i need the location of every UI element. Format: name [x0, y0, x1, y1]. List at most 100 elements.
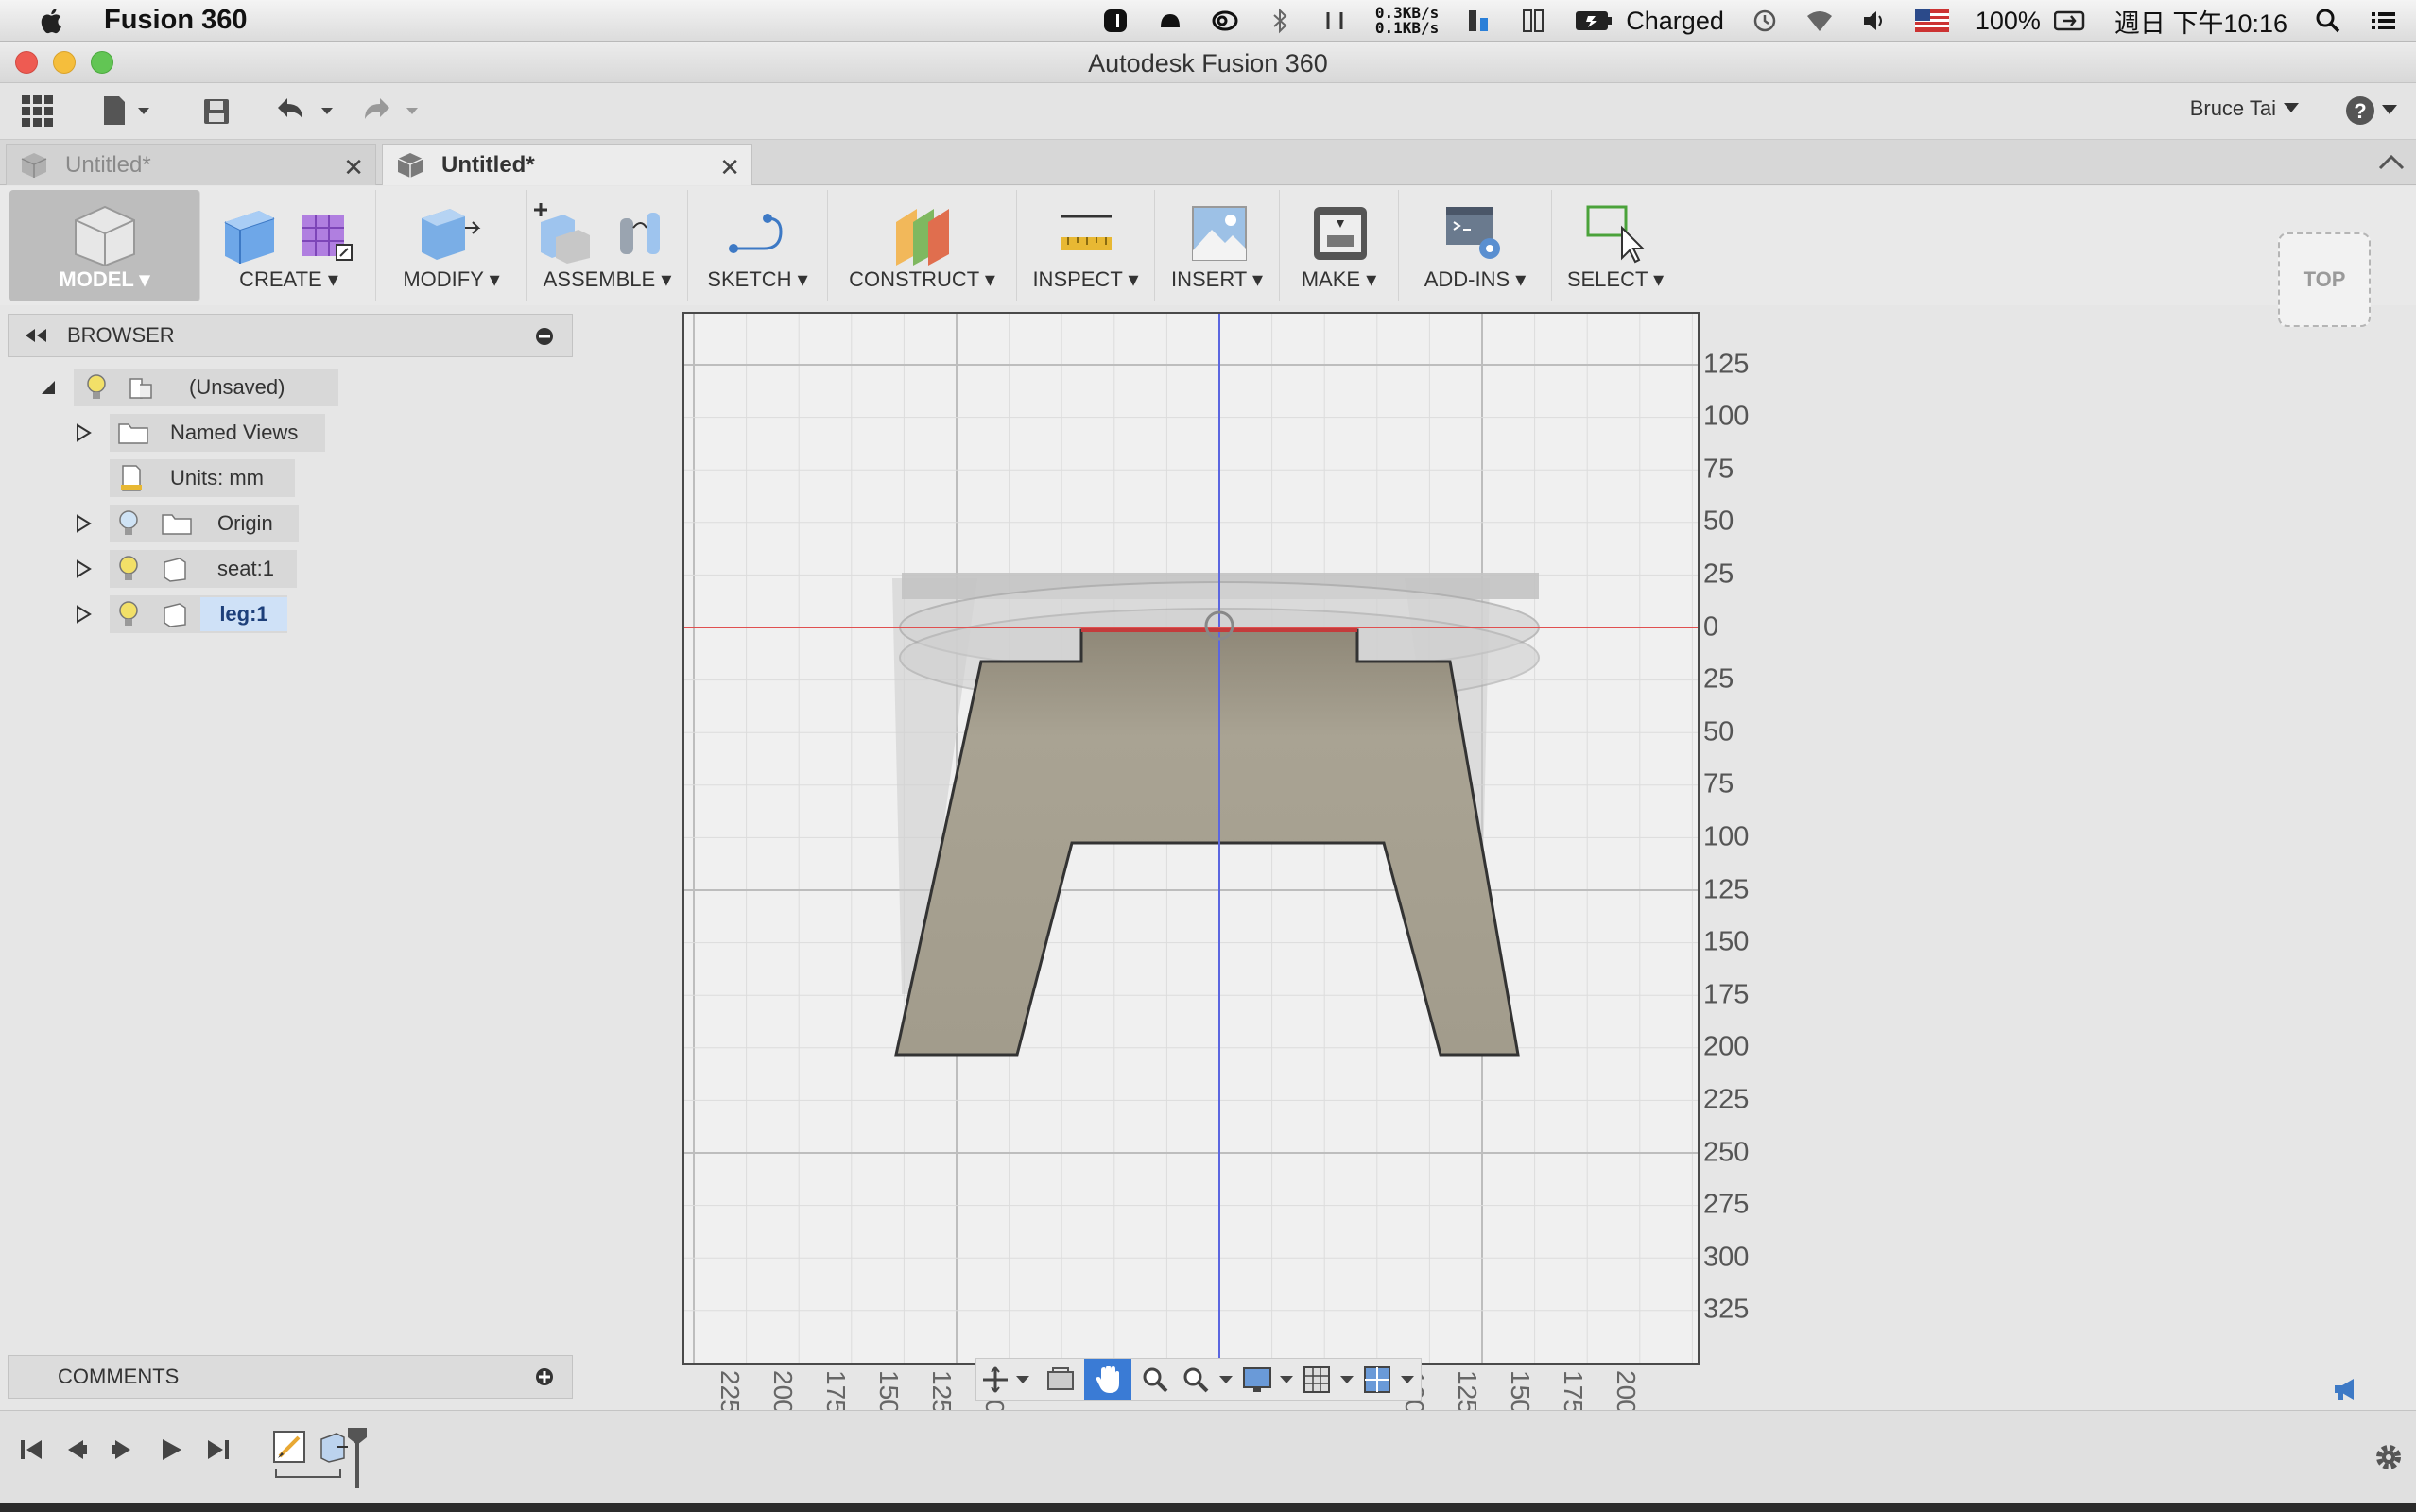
save-button[interactable] — [202, 94, 231, 129]
settings-gear-icon[interactable] — [2373, 1441, 2405, 1473]
battery-icon[interactable] — [1575, 9, 1613, 33]
tree-item-origin[interactable]: Origin — [74, 505, 357, 542]
volume-icon[interactable] — [1860, 7, 1889, 35]
user-menu[interactable]: Bruce Tai — [2190, 96, 2299, 121]
look-at-icon — [1047, 1367, 1074, 1390]
pan-button[interactable] — [1084, 1359, 1131, 1400]
timeline-marker[interactable] — [346, 1426, 369, 1490]
select-menu[interactable]: SELECT — [1552, 190, 1679, 301]
view-cube[interactable]: TOP — [2278, 232, 2371, 327]
document-tab-1[interactable]: Untitled* ✕ — [6, 144, 376, 185]
add-ins-menu[interactable]: ADD-INS — [1399, 190, 1552, 301]
memory-meter-icon[interactable] — [1465, 7, 1493, 35]
collapse-panel-icon[interactable] — [22, 327, 50, 344]
units-node[interactable]: Units: mm — [110, 459, 295, 497]
search-icon[interactable] — [2314, 7, 2342, 35]
flag-us-icon[interactable] — [1914, 9, 1949, 32]
inspect-menu[interactable]: INSPECT — [1017, 190, 1155, 301]
add-comment-icon[interactable] — [534, 1366, 555, 1387]
workspace-switcher[interactable]: MODEL — [9, 190, 200, 301]
play-icon[interactable] — [157, 1435, 185, 1464]
vertical-scale: 125 100 75 50 25 0 25 50 75 100 125 150 … — [1700, 312, 1775, 1365]
step-forward-icon[interactable] — [108, 1435, 136, 1464]
fit-button[interactable] — [1179, 1359, 1239, 1400]
tree-item-units[interactable]: Units: mm — [74, 459, 357, 497]
visibility-bulb-icon[interactable] — [117, 555, 140, 583]
undo-button[interactable] — [274, 94, 342, 129]
look-at-button[interactable] — [1037, 1359, 1084, 1400]
orbit-button[interactable] — [976, 1359, 1037, 1400]
file-icon — [104, 96, 149, 125]
origin-node[interactable]: Origin — [110, 505, 299, 542]
named-views-node[interactable]: Named Views — [110, 414, 325, 452]
cloud-icon[interactable] — [1156, 7, 1184, 35]
expand-arrow-right-icon[interactable] — [74, 558, 95, 579]
document-tab-2[interactable]: Untitled* ✕ — [382, 144, 752, 185]
assemble-label: ASSEMBLE — [527, 267, 687, 292]
tree-item-named-views[interactable]: Named Views — [74, 414, 357, 452]
comments-panel-header[interactable]: COMMENTS — [8, 1355, 573, 1399]
model-workspace-icon — [75, 205, 135, 267]
go-to-start-icon[interactable] — [17, 1435, 45, 1464]
make-menu[interactable]: MAKE — [1280, 190, 1399, 301]
model-canvas[interactable] — [682, 312, 1700, 1365]
feedback-megaphone-icon[interactable] — [2331, 1376, 2359, 1402]
visibility-bulb-icon[interactable] — [85, 373, 108, 402]
time-machine-icon[interactable] — [1751, 7, 1779, 35]
tree-root-node[interactable]: (Unsaved) — [74, 369, 338, 406]
browser-panel-header[interactable]: BROWSER — [8, 314, 573, 357]
assemble-menu[interactable]: ASSEMBLE — [527, 190, 688, 301]
minus-circle-icon[interactable] — [534, 326, 555, 347]
construct-menu[interactable]: CONSTRUCT — [828, 190, 1017, 301]
view-cube-face[interactable]: TOP — [2304, 267, 2346, 292]
step-back-icon[interactable] — [62, 1435, 91, 1464]
seat-node[interactable]: seat:1 — [110, 550, 297, 588]
expand-arrow-right-icon[interactable] — [74, 604, 95, 625]
file-menu-button[interactable] — [102, 94, 159, 129]
leg-part[interactable] — [894, 628, 1520, 1057]
user-name: Bruce Tai — [2189, 96, 2276, 120]
disk-meter-icon[interactable] — [1520, 7, 1548, 35]
close-icon[interactable]: ✕ — [343, 153, 364, 182]
create-label: CREATE — [202, 267, 375, 292]
list-icon[interactable] — [2369, 7, 2397, 35]
redo-button[interactable] — [359, 94, 427, 129]
tree-item-leg[interactable]: leg:1 — [74, 595, 357, 633]
viewports-button[interactable] — [1360, 1359, 1421, 1400]
construct-label: CONSTRUCT — [828, 267, 1016, 292]
sync-icon[interactable] — [1320, 7, 1349, 35]
insert-menu[interactable]: INSERT — [1155, 190, 1280, 301]
data-panel-button[interactable] — [21, 94, 55, 129]
creative-cloud-icon[interactable] — [1211, 7, 1239, 35]
tree-root[interactable]: (Unsaved) — [38, 369, 338, 406]
zoom-button[interactable] — [1131, 1359, 1179, 1400]
expand-arrow-right-icon[interactable] — [74, 513, 95, 534]
document-icon — [21, 152, 47, 178]
make-label: MAKE — [1280, 267, 1398, 292]
jdownloader-icon[interactable] — [1101, 7, 1130, 35]
close-icon[interactable]: ✕ — [719, 153, 740, 182]
visibility-bulb-icon[interactable] — [117, 600, 140, 628]
go-to-end-icon[interactable] — [204, 1435, 233, 1464]
grid-settings-button[interactable] — [1300, 1359, 1360, 1400]
sketch-menu[interactable]: SKETCH — [688, 190, 828, 301]
chevron-up-icon[interactable] — [2378, 153, 2405, 172]
create-menu[interactable]: CREATE — [202, 190, 376, 301]
offset-plane-icon — [896, 209, 949, 266]
visibility-bulb-icon[interactable] — [117, 509, 140, 538]
y-tick: 225 — [1703, 1084, 1750, 1115]
expand-arrow-down-icon[interactable] — [38, 377, 59, 398]
sketch-feature-icon[interactable] — [272, 1430, 306, 1464]
bluetooth-icon[interactable] — [1266, 7, 1294, 35]
display-settings-button[interactable] — [1239, 1359, 1300, 1400]
wifi-icon[interactable] — [1805, 7, 1834, 35]
app-name[interactable]: Fusion 360 — [104, 5, 248, 36]
tree-item-seat[interactable]: seat:1 — [74, 550, 357, 588]
help-button[interactable]: ? — [2344, 94, 2397, 127]
clock[interactable]: 週日 下午10:16 — [2114, 3, 2287, 40]
expand-arrow-right-icon[interactable] — [74, 422, 95, 443]
tree-item-label: Named Views — [170, 421, 299, 444]
modify-menu[interactable]: MODIFY — [376, 190, 527, 301]
leg-node[interactable]: leg:1 — [110, 595, 287, 633]
apple-icon[interactable] — [36, 5, 68, 37]
